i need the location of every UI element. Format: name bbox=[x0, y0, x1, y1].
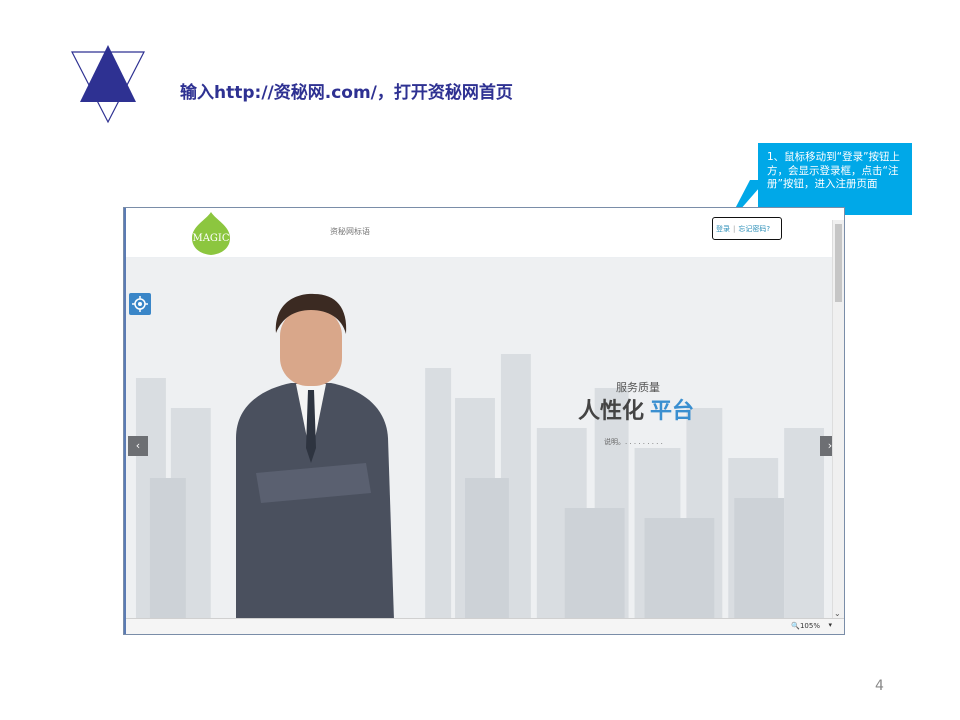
hero-banner: ‹ › 服务质量 人性化 平台 说明。. . . . . . . . . bbox=[126, 258, 832, 620]
hero-headline: 人性化 平台 bbox=[578, 393, 694, 425]
site-header: MAGIC 资秘网标语 登录 | 忘记密码? bbox=[126, 208, 832, 258]
site-logo-text: MAGIC bbox=[192, 233, 229, 244]
login-link[interactable]: 登录 bbox=[716, 225, 730, 233]
settings-button[interactable] bbox=[129, 293, 151, 315]
browser-window: MAGIC 资秘网标语 登录 | 忘记密码? ‹ › 服务质量 人性化 平台 说… bbox=[123, 207, 845, 635]
site-logo[interactable]: MAGIC bbox=[190, 210, 232, 256]
hero-headline-part1: 人性化 bbox=[578, 399, 645, 424]
login-links: 登录 | 忘记密码? bbox=[716, 224, 770, 234]
triangle-logo-icon bbox=[71, 45, 145, 124]
slide-title: 输入http://资秘网.com/，打开资秘网首页 bbox=[180, 83, 513, 103]
carousel-prev-button[interactable]: ‹ bbox=[128, 436, 148, 456]
zoom-dropdown-icon[interactable]: ▾ bbox=[828, 621, 832, 629]
forgot-password-link[interactable]: 忘记密码? bbox=[738, 225, 770, 233]
hero-headline-part2: 平台 bbox=[650, 399, 695, 424]
scroll-thumb[interactable] bbox=[835, 224, 842, 302]
instruction-callout: 1、鼠标移动到“登录”按钮上方，会显示登录框，点击“注册”按钮，进入注册页面 bbox=[758, 143, 912, 215]
businessman-image bbox=[236, 293, 394, 620]
vertical-scrollbar[interactable]: ⌄ bbox=[832, 220, 844, 620]
separator: | bbox=[733, 225, 736, 233]
carousel-next-button[interactable]: › bbox=[820, 436, 832, 456]
scroll-down-icon[interactable]: ⌄ bbox=[834, 609, 841, 618]
site-slogan: 资秘网标语 bbox=[330, 227, 370, 236]
zoom-level[interactable]: 🔍105% bbox=[791, 622, 820, 630]
hero-note: 说明。. . . . . . . . . bbox=[604, 438, 663, 446]
browser-status-bar: 🔍105% ▾ bbox=[126, 618, 844, 634]
page-number: 4 bbox=[875, 678, 884, 694]
gear-icon bbox=[132, 296, 148, 312]
